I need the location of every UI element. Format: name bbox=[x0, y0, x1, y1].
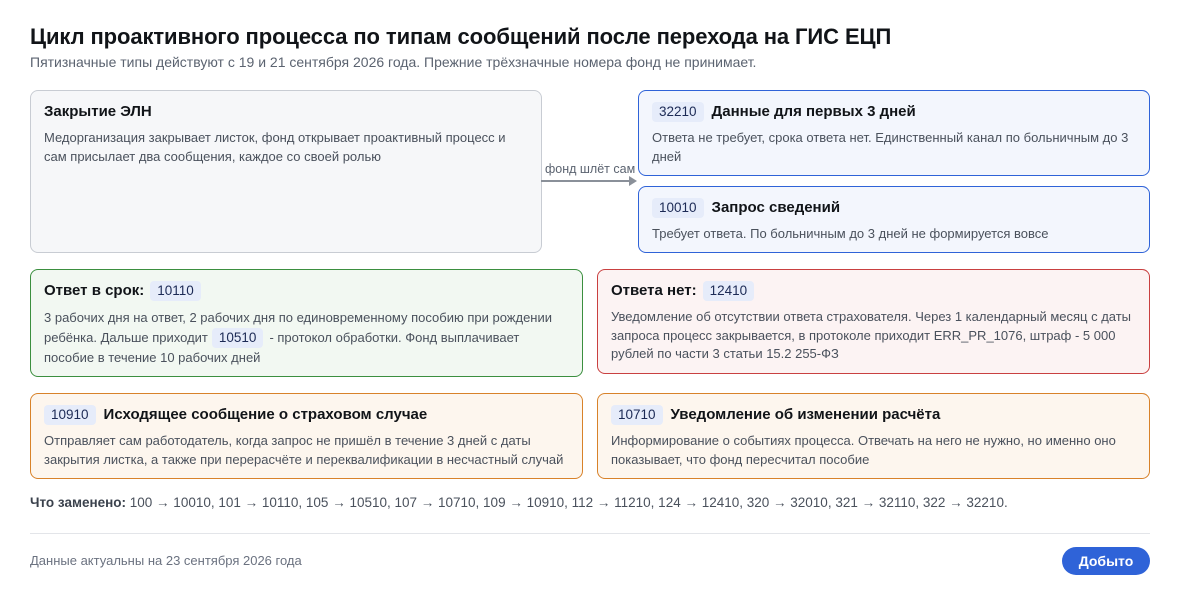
card-answer-text: 3 рабочих дня на ответ, 2 рабочих дня по… bbox=[44, 308, 569, 368]
card-eln-closure: Закрытие ЭЛН Медорганизация закрывает ли… bbox=[30, 90, 542, 253]
replaced-codes: Что заменено: 100 → 10010, 101 → 10110, … bbox=[30, 495, 1008, 510]
message-code-badge: 10110 bbox=[150, 281, 201, 301]
message-code-badge: 10710 bbox=[611, 405, 663, 425]
replaced-text: 100 → 10010, 101 → 10110, 105 → 10510, 1… bbox=[129, 495, 1008, 510]
card-eln-title: Закрытие ЭЛН bbox=[44, 103, 152, 120]
replaced-label: Что заменено: bbox=[30, 495, 127, 510]
card-outgoing-title: Исходящее сообщение о страховом случае bbox=[103, 406, 428, 423]
footer-date: Данные актуальны на 23 сентября 2026 год… bbox=[30, 553, 302, 568]
card-first-days: 32210 Данные для первых 3 дней Ответа не… bbox=[638, 90, 1150, 176]
page-title: Цикл проактивного процесса по типам сооб… bbox=[30, 24, 892, 49]
card-outgoing: 10910 Исходящее сообщение о страховом сл… bbox=[30, 393, 583, 479]
card-recalc: 10710 Уведомление об изменении расчёта И… bbox=[597, 393, 1150, 479]
arrow-head-icon bbox=[629, 176, 637, 186]
card-request: 10010 Запрос сведений Требует ответа. По… bbox=[638, 186, 1150, 253]
message-code-badge: 12410 bbox=[702, 281, 755, 301]
message-code-badge: 32210 bbox=[652, 102, 704, 122]
card-outgoing-text: Отправляет сам работодатель, когда запро… bbox=[44, 433, 564, 467]
card-recalc-text: Информирование о событиях процесса. Отве… bbox=[611, 433, 1116, 467]
message-code-badge: 10010 bbox=[652, 198, 704, 218]
arrow-line bbox=[541, 180, 631, 182]
card-eln-text: Медорганизация закрывает листок, фонд от… bbox=[44, 130, 506, 164]
card-answer-on-time: Ответ в срок: 10110 3 рабочих дня на отв… bbox=[30, 269, 583, 377]
page-subtitle: Пятизначные типы действуют с 19 и 21 сен… bbox=[30, 54, 757, 70]
message-code-badge: 10910 bbox=[44, 405, 96, 425]
message-code-badge: 10510 bbox=[211, 328, 264, 348]
divider bbox=[30, 533, 1150, 534]
card-no-answer: Ответа нет: 12410 Уведомление об отсутст… bbox=[597, 269, 1150, 374]
card-recalc-title: Уведомление об изменении расчёта bbox=[670, 406, 941, 423]
card-answer-title: Ответ в срок: bbox=[44, 282, 145, 299]
card-no-answer-text: Уведомление об отсутствии ответа страхов… bbox=[611, 309, 1132, 361]
arrow-label: фонд шлёт сам bbox=[545, 162, 636, 176]
card-first-days-text: Ответа не требует, срока ответа нет. Еди… bbox=[652, 130, 1129, 164]
card-first-days-title: Данные для первых 3 дней bbox=[711, 103, 916, 120]
card-no-answer-title: Ответа нет: bbox=[611, 282, 697, 299]
card-request-text: Требует ответа. По больничным до 3 дней … bbox=[652, 226, 1049, 241]
card-request-title: Запрос сведений bbox=[711, 199, 841, 216]
fetched-button[interactable]: Добыто bbox=[1062, 547, 1150, 575]
